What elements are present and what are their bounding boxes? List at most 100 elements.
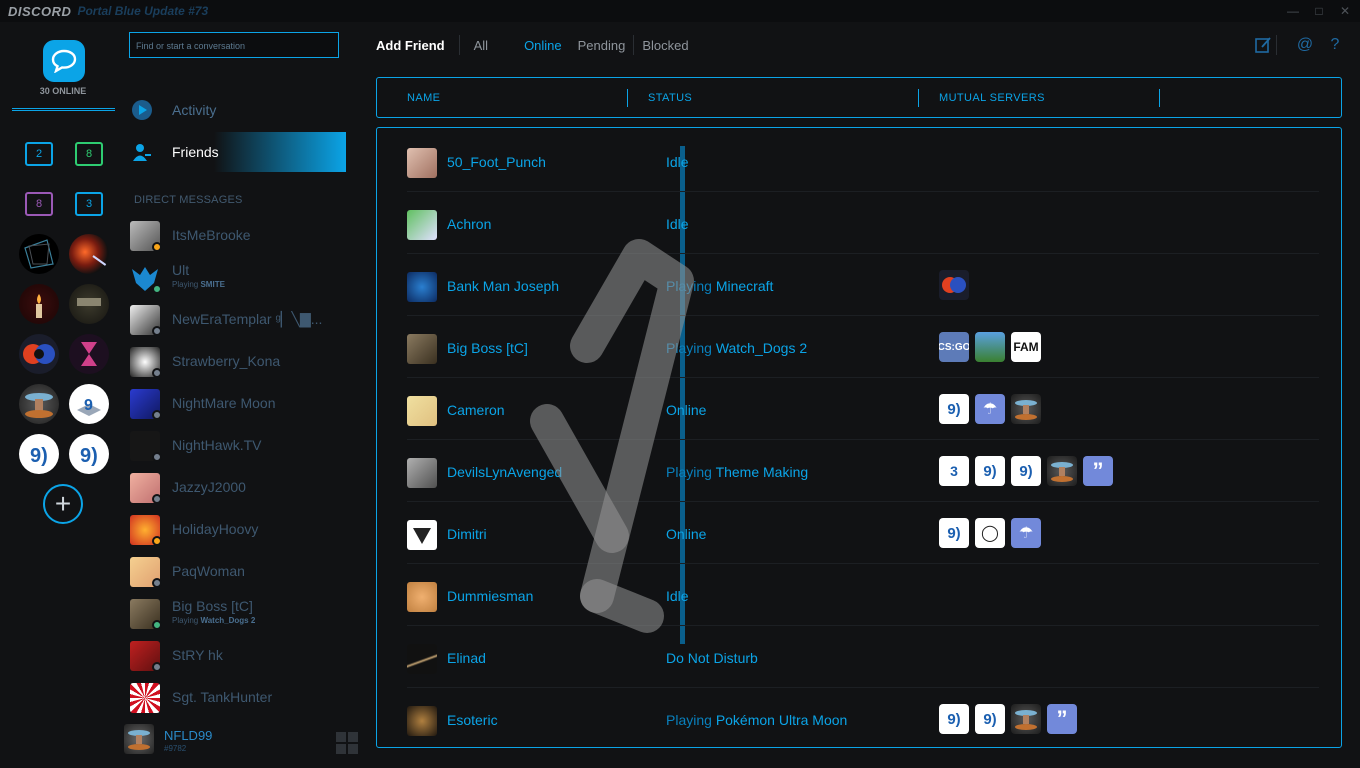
friend-row[interactable]: Achron Idle	[407, 192, 1319, 254]
server-icon[interactable]: 9)	[939, 518, 969, 548]
friend-row[interactable]: Big Boss [tC] Playing Watch_Dogs 2 CS:GO…	[407, 316, 1319, 378]
dm-item[interactable]: Big Boss [tC] Playing Watch_Dogs 2	[130, 596, 350, 632]
dm-item[interactable]: Strawberry_Kona	[130, 344, 350, 380]
server-icon[interactable]: 9)	[975, 456, 1005, 486]
friend-name: Achron	[447, 216, 492, 232]
friend-row[interactable]: Dummiesman Idle	[407, 564, 1319, 626]
server-icon[interactable]	[1047, 456, 1077, 486]
search-input[interactable]: Find or start a conversation	[129, 32, 339, 58]
dm-item[interactable]: NightHawk.TV	[130, 428, 350, 464]
column-name[interactable]: NAME	[407, 92, 440, 104]
tab-online[interactable]: Online	[524, 38, 562, 53]
status-indicator	[152, 494, 162, 504]
server-icon[interactable]	[69, 234, 109, 274]
server-icon[interactable]: 9)	[939, 704, 969, 734]
server-icon[interactable]: ☂	[975, 394, 1005, 424]
online-count: 30 ONLINE	[39, 86, 87, 96]
avatar[interactable]	[124, 724, 154, 754]
tab-add-friend[interactable]: Add Friend	[376, 38, 445, 53]
dm-item[interactable]: PaqWoman	[130, 554, 350, 590]
maximize-icon[interactable]: □	[1306, 0, 1332, 22]
server-icon[interactable]: 3	[939, 456, 969, 486]
friend-status: Idle	[666, 216, 689, 232]
server-icon[interactable]: 9	[69, 384, 109, 424]
server-folder[interactable]: 2	[25, 142, 53, 166]
friend-row[interactable]: Cameron Online 9) ☂	[407, 378, 1319, 440]
dm-item[interactable]: ItsMeBrooke	[130, 218, 350, 254]
status-indicator	[152, 368, 162, 378]
friend-row[interactable]: Esoteric Playing Pokémon Ultra Moon 9) 9…	[407, 688, 1319, 747]
discord-window: DISCORD Portal Blue Update #73 — □ ✕ 30 …	[0, 0, 1360, 768]
server-icon[interactable]	[1011, 394, 1041, 424]
home-button[interactable]	[43, 40, 85, 82]
nav-friends[interactable]: Friends	[126, 132, 346, 172]
server-icon[interactable]: CS:GO	[939, 332, 969, 362]
tab-all[interactable]: All	[474, 38, 488, 53]
mentions-icon[interactable]: @	[1296, 36, 1314, 54]
tab-blocked[interactable]: Blocked	[642, 38, 688, 53]
server-icon[interactable]: ”	[1047, 704, 1077, 734]
status-indicator	[152, 536, 162, 546]
server-icon[interactable]	[19, 334, 59, 374]
svg-text:9: 9	[84, 397, 93, 414]
mutual-servers: CS:GO FAM	[939, 332, 1041, 362]
server-icon[interactable]: 9)	[19, 434, 59, 474]
column-status[interactable]: STATUS	[648, 92, 692, 104]
friend-row[interactable]: Elinad Do Not Disturb	[407, 626, 1319, 688]
server-folder[interactable]: 8	[25, 192, 53, 216]
dm-item[interactable]: Ult Playing SMITE	[130, 260, 350, 296]
friend-row[interactable]: Dimitri Online 9) ◯ ☂	[407, 502, 1319, 564]
geometric-icon	[24, 239, 54, 269]
user-tag: #9782	[164, 744, 187, 753]
dm-name: Big Boss [tC]	[172, 598, 253, 614]
close-icon[interactable]: ✕	[1332, 0, 1358, 22]
server-folder[interactable]: 3	[75, 192, 103, 216]
dm-item[interactable]: HolidayHoovy	[130, 512, 350, 548]
column-separator	[1159, 89, 1160, 107]
friend-name: Cameron	[447, 402, 505, 418]
tab-pending[interactable]: Pending	[578, 38, 626, 53]
server-icon[interactable]	[19, 384, 59, 424]
portal-icon	[25, 393, 53, 418]
friend-row[interactable]: DevilsLynAvenged Playing Theme Making 3 …	[407, 440, 1319, 502]
add-server-button[interactable]: +	[43, 484, 83, 524]
friend-row[interactable]: Bank Man Joseph Playing Minecraft	[407, 254, 1319, 316]
friend-status: Online	[666, 526, 707, 542]
server-folder[interactable]: 8	[75, 142, 103, 166]
server-icon[interactable]: 9)	[69, 434, 109, 474]
minimize-icon[interactable]: —	[1280, 0, 1306, 22]
server-icon[interactable]	[939, 270, 969, 300]
new-group-dm-icon[interactable]	[1254, 36, 1272, 54]
guild-separator	[12, 108, 115, 111]
server-9-icon: 9)	[30, 445, 48, 467]
server-icon[interactable]	[69, 334, 109, 374]
help-icon[interactable]: ?	[1326, 36, 1344, 54]
avatar	[407, 396, 437, 426]
server-icon[interactable]	[1011, 704, 1041, 734]
dm-name: NightMare Moon	[172, 395, 276, 411]
server-icon[interactable]: 9)	[939, 394, 969, 424]
server-icon[interactable]	[19, 284, 59, 324]
friend-status: Online	[666, 402, 707, 418]
server-icon[interactable]: ◯	[975, 518, 1005, 548]
dm-item[interactable]: NewEraTemplar ᵍ▏╲▇...	[130, 302, 350, 338]
server-icon[interactable]	[69, 284, 109, 324]
server-icon[interactable]	[19, 234, 59, 274]
dm-item[interactable]: JazzyJ2000	[130, 470, 350, 506]
server-icon[interactable]: FAM	[1011, 332, 1041, 362]
server-icon[interactable]	[975, 332, 1005, 362]
server-icon[interactable]: ”	[1083, 456, 1113, 486]
column-mutual-servers[interactable]: MUTUAL SERVERS	[939, 92, 1045, 104]
server-icon[interactable]: ☂	[1011, 518, 1041, 548]
nav-activity[interactable]: Activity	[126, 90, 346, 130]
dm-item[interactable]: StRY hk	[130, 638, 350, 674]
dm-item[interactable]: Sgt. TankHunter	[130, 680, 350, 716]
friend-name: Big Boss [tC]	[447, 340, 528, 356]
server-9-icon: 9)	[80, 445, 98, 467]
server-icon[interactable]: 9)	[1011, 456, 1041, 486]
settings-grid-icon[interactable]	[336, 732, 358, 754]
game-logo-icon	[77, 298, 101, 306]
dm-item[interactable]: NightMare Moon	[130, 386, 350, 422]
friend-row[interactable]: 50_Foot_Punch Idle	[407, 130, 1319, 192]
server-icon[interactable]: 9)	[975, 704, 1005, 734]
